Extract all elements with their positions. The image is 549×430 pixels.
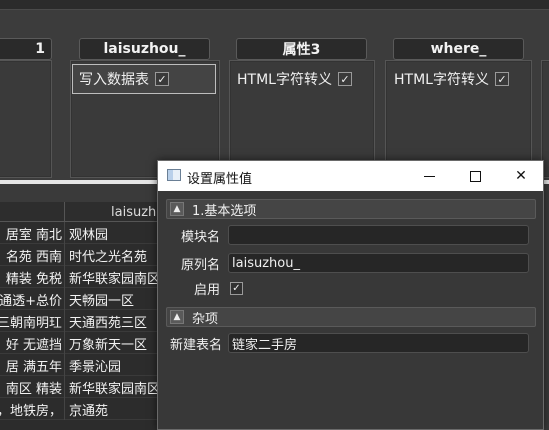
table-cell: 名苑 西南 bbox=[5, 249, 62, 265]
app-window-icon bbox=[167, 169, 181, 181]
collapse-icon[interactable]: ▲ bbox=[170, 310, 184, 324]
section-label: 1.基本选项 bbox=[192, 203, 257, 219]
section-misc[interactable]: ▲ 杂项 bbox=[166, 307, 536, 327]
table-row[interactable]: 好 无遮挡 万象新天一区 bbox=[0, 332, 160, 354]
column-header-laisuzhou[interactable]: laisuzhou_ bbox=[79, 38, 210, 60]
html-escape-checkbox[interactable]: ✓ bbox=[494, 72, 509, 86]
table-cell: 京通苑 bbox=[64, 398, 160, 420]
table-cell: 居 满五年 bbox=[5, 359, 62, 375]
top-toolbar-strip bbox=[0, 0, 549, 10]
table-row[interactable]: 南区 精装 新华联家园南区 bbox=[0, 376, 160, 398]
table-row[interactable]: ，地铁房， 京通苑 bbox=[0, 398, 160, 420]
enabled-checkbox[interactable]: ✓ bbox=[230, 282, 243, 295]
html-escape-checkbox[interactable]: ✓ bbox=[337, 72, 352, 86]
table-header: laisuzho bbox=[0, 202, 160, 222]
table-cell: 天畅园一区 bbox=[64, 288, 160, 310]
collapse-icon[interactable]: ▲ bbox=[170, 202, 184, 216]
html-escape-option[interactable]: HTML字符转义 ✓ bbox=[231, 64, 371, 94]
property-dialog: 设置属性值 ✕ ▲ 1.基本选项 模块名 原列名 启用 ✓ ▲ 杂项 新建表名 bbox=[157, 160, 544, 430]
table-cell: 天通西苑三区 bbox=[64, 310, 160, 332]
table-row[interactable]: 精装 免税 新华联家园南区 bbox=[0, 266, 160, 288]
table-cell: 新华联家园南区 bbox=[64, 266, 160, 288]
option-label: 写入数据表 bbox=[79, 72, 149, 88]
section-basic-options[interactable]: ▲ 1.基本选项 bbox=[166, 199, 536, 219]
column-header-label: laisuzhou_ bbox=[103, 41, 186, 57]
option-label: HTML字符转义 bbox=[394, 72, 489, 88]
new-table-label: 新建表名 bbox=[169, 337, 222, 353]
table-row[interactable]: 名苑 西南 时代之光名苑 bbox=[0, 244, 160, 266]
enabled-label: 启用 bbox=[193, 282, 220, 298]
close-button[interactable]: ✕ bbox=[498, 161, 544, 191]
close-icon: ✕ bbox=[515, 168, 527, 184]
column-header-laisuzhou[interactable]: laisuzho bbox=[64, 202, 160, 222]
dialog-titlebar[interactable]: 设置属性值 ✕ bbox=[158, 161, 543, 191]
table-row[interactable]: 通透+总价 天畅园一区 bbox=[0, 288, 160, 310]
table-cell: 季景沁园 bbox=[64, 354, 160, 376]
table-cell: 南区 精装 bbox=[5, 381, 62, 397]
table-cell: 时代之光名苑 bbox=[64, 244, 160, 266]
table-row[interactable]: 居室 南北 观林园 bbox=[0, 222, 160, 244]
table-row[interactable]: 三朝南明玒 天通西苑三区 bbox=[0, 310, 160, 332]
minimize-icon bbox=[423, 175, 435, 177]
original-column-input[interactable] bbox=[228, 253, 529, 273]
column-header-label: 1 bbox=[35, 41, 45, 57]
table-row[interactable]: 居 满五年 季景沁园 bbox=[0, 354, 160, 376]
table-cell: 居室 南北 bbox=[5, 227, 62, 243]
column-header-where[interactable]: where_ bbox=[393, 38, 524, 60]
option-label: HTML字符转义 bbox=[237, 72, 332, 88]
module-name-label: 模块名 bbox=[180, 229, 220, 245]
maximize-button[interactable] bbox=[452, 161, 498, 191]
write-table-checkbox[interactable]: ✓ bbox=[155, 72, 169, 86]
table-cell: 观林园 bbox=[64, 222, 160, 244]
data-table: 居室 南北 观林园 名苑 西南 时代之光名苑 精装 免税 新华联家园南区 通透+总价天… bbox=[0, 222, 160, 430]
column-panel-1[interactable] bbox=[0, 60, 52, 178]
minimize-button[interactable] bbox=[406, 161, 452, 191]
table-cell: 万象新天一区 bbox=[64, 332, 160, 354]
table-cell: 新华联家园南区 bbox=[64, 376, 160, 398]
column-header-label: 属性3 bbox=[282, 42, 321, 58]
column-header-attr3[interactable]: 属性3 bbox=[236, 38, 367, 60]
new-table-input[interactable] bbox=[228, 333, 529, 353]
section-label: 杂项 bbox=[192, 311, 219, 327]
column-header-label: where_ bbox=[430, 41, 487, 57]
table-cell: 精装 免税 bbox=[5, 271, 62, 287]
write-table-option[interactable]: 写入数据表 ✓ bbox=[72, 64, 216, 94]
module-name-input[interactable] bbox=[228, 225, 529, 245]
table-cell: 好 无遮挡 bbox=[5, 337, 62, 353]
column-header-1[interactable]: 1 bbox=[0, 38, 52, 60]
table-cell: ，地铁房， bbox=[0, 403, 62, 419]
html-escape-option[interactable]: HTML字符转义 ✓ bbox=[388, 64, 528, 94]
table-cell: 通透+总价 bbox=[0, 293, 62, 309]
dialog-title: 设置属性值 bbox=[187, 172, 253, 187]
maximize-icon bbox=[469, 170, 481, 182]
original-column-label: 原列名 bbox=[180, 257, 220, 273]
table-cell: 三朝南明玒 bbox=[0, 315, 62, 331]
